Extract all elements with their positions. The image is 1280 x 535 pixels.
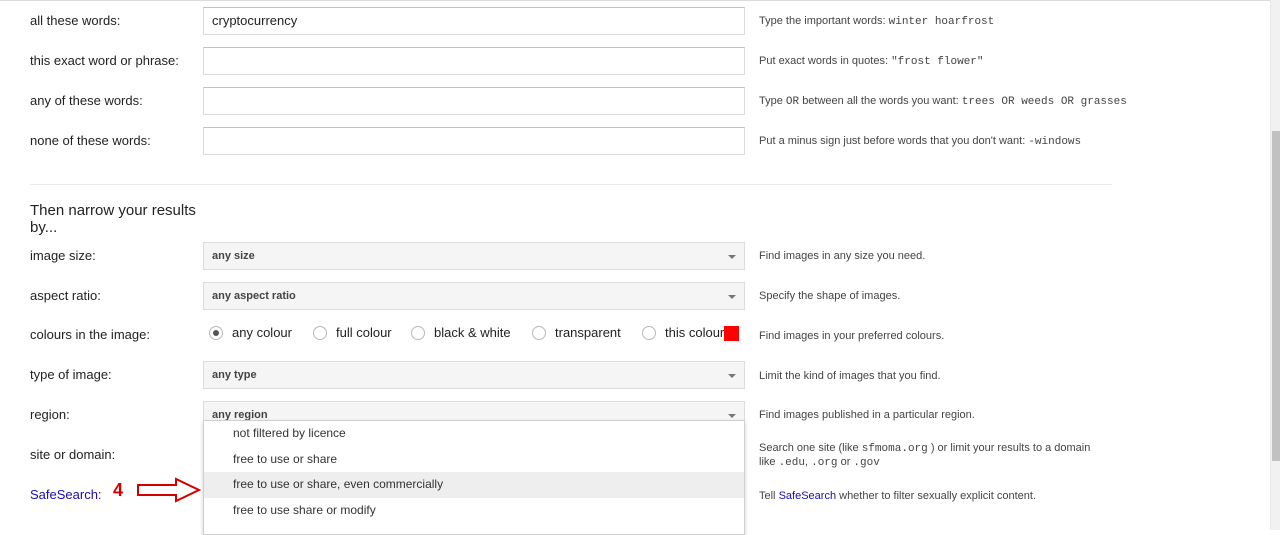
all-words-hint: Type the important words: winter hoarfro… — [759, 15, 995, 28]
chevron-down-icon — [728, 295, 736, 299]
type-of-image-value: any type — [212, 369, 257, 381]
type-of-image-hint: Limit the kind of images that you find. — [759, 370, 941, 382]
radio-icon — [532, 326, 546, 340]
exact-phrase-input[interactable] — [203, 47, 745, 75]
radio-black-white[interactable]: black & white — [411, 325, 511, 341]
dropdown-option[interactable]: free to use share or modify — [204, 498, 744, 524]
safesearch-hint: Tell SafeSearch whether to filter sexual… — [759, 490, 1036, 502]
exact-phrase-hint: Put exact words in quotes: "frost flower… — [759, 55, 984, 68]
radio-label: black & white — [434, 325, 511, 340]
site-domain-hint: Search one site (like sfmoma.org ) or li… — [759, 442, 1091, 469]
exact-phrase-label: this exact word or phrase: — [30, 53, 179, 68]
colours-label: colours in the image: — [30, 327, 150, 342]
step-number-annotation: 4 — [113, 480, 124, 500]
top-border — [0, 0, 1270, 1]
all-words-input[interactable]: cryptocurrency — [203, 7, 745, 35]
none-words-input[interactable] — [203, 127, 745, 155]
red-arrow-icon — [137, 477, 202, 503]
radio-icon — [642, 326, 656, 340]
section-divider — [30, 184, 1112, 185]
radio-selected-icon — [209, 326, 223, 340]
narrow-heading: Then narrow your results by... — [30, 202, 196, 236]
image-size-label: image size: — [30, 248, 96, 263]
none-words-hint: Put a minus sign just before words that … — [759, 135, 1082, 148]
radio-this-colour[interactable]: this colour: — [642, 325, 728, 341]
aspect-ratio-hint: Specify the shape of images. — [759, 290, 901, 302]
aspect-ratio-select[interactable]: any aspect ratio — [203, 282, 745, 310]
type-of-image-select[interactable]: any type — [203, 361, 745, 389]
page-scrollbar[interactable] — [1270, 0, 1280, 530]
chevron-down-icon — [728, 374, 736, 378]
radio-label: any colour — [232, 325, 292, 340]
dropdown-option[interactable]: free to use or share — [204, 447, 744, 473]
type-of-image-label: type of image: — [30, 367, 112, 382]
radio-any-colour[interactable]: any colour — [209, 325, 292, 341]
any-words-label: any of these words: — [30, 93, 143, 108]
scrollbar-thumb[interactable] — [1272, 131, 1280, 461]
region-label: region: — [30, 407, 70, 422]
aspect-ratio-label: aspect ratio: — [30, 288, 101, 303]
any-words-input[interactable] — [203, 87, 745, 115]
none-words-label: none of these words: — [30, 133, 151, 148]
colour-swatch[interactable] — [724, 326, 739, 341]
radio-icon — [411, 326, 425, 340]
image-size-select[interactable]: any size — [203, 242, 745, 270]
safesearch-link[interactable]: SafeSearch: — [30, 487, 102, 503]
radio-label: transparent — [555, 325, 621, 340]
site-domain-label: site or domain: — [30, 447, 116, 462]
image-size-value: any size — [212, 250, 255, 262]
any-words-hint: Type OR between all the words you want: … — [759, 95, 1127, 108]
region-hint: Find images published in a particular re… — [759, 409, 975, 421]
dropdown-option-highlighted[interactable]: free to use or share, even commercially — [204, 472, 744, 498]
radio-transparent[interactable]: transparent — [532, 325, 621, 341]
radio-icon — [313, 326, 327, 340]
chevron-down-icon — [728, 255, 736, 259]
image-size-hint: Find images in any size you need. — [759, 250, 926, 262]
chevron-down-icon — [728, 414, 736, 418]
radio-label: full colour — [336, 325, 392, 340]
radio-full-colour[interactable]: full colour — [313, 325, 392, 341]
safesearch-hint-link[interactable]: SafeSearch — [779, 490, 836, 502]
aspect-ratio-value: any aspect ratio — [212, 290, 296, 302]
dropdown-option[interactable]: not filtered by licence — [204, 421, 744, 447]
colours-hint: Find images in your preferred colours. — [759, 330, 945, 342]
all-words-label: all these words: — [30, 13, 121, 28]
usage-rights-dropdown[interactable]: not filtered by licence free to use or s… — [203, 420, 745, 535]
radio-label: this colour: — [665, 325, 728, 340]
